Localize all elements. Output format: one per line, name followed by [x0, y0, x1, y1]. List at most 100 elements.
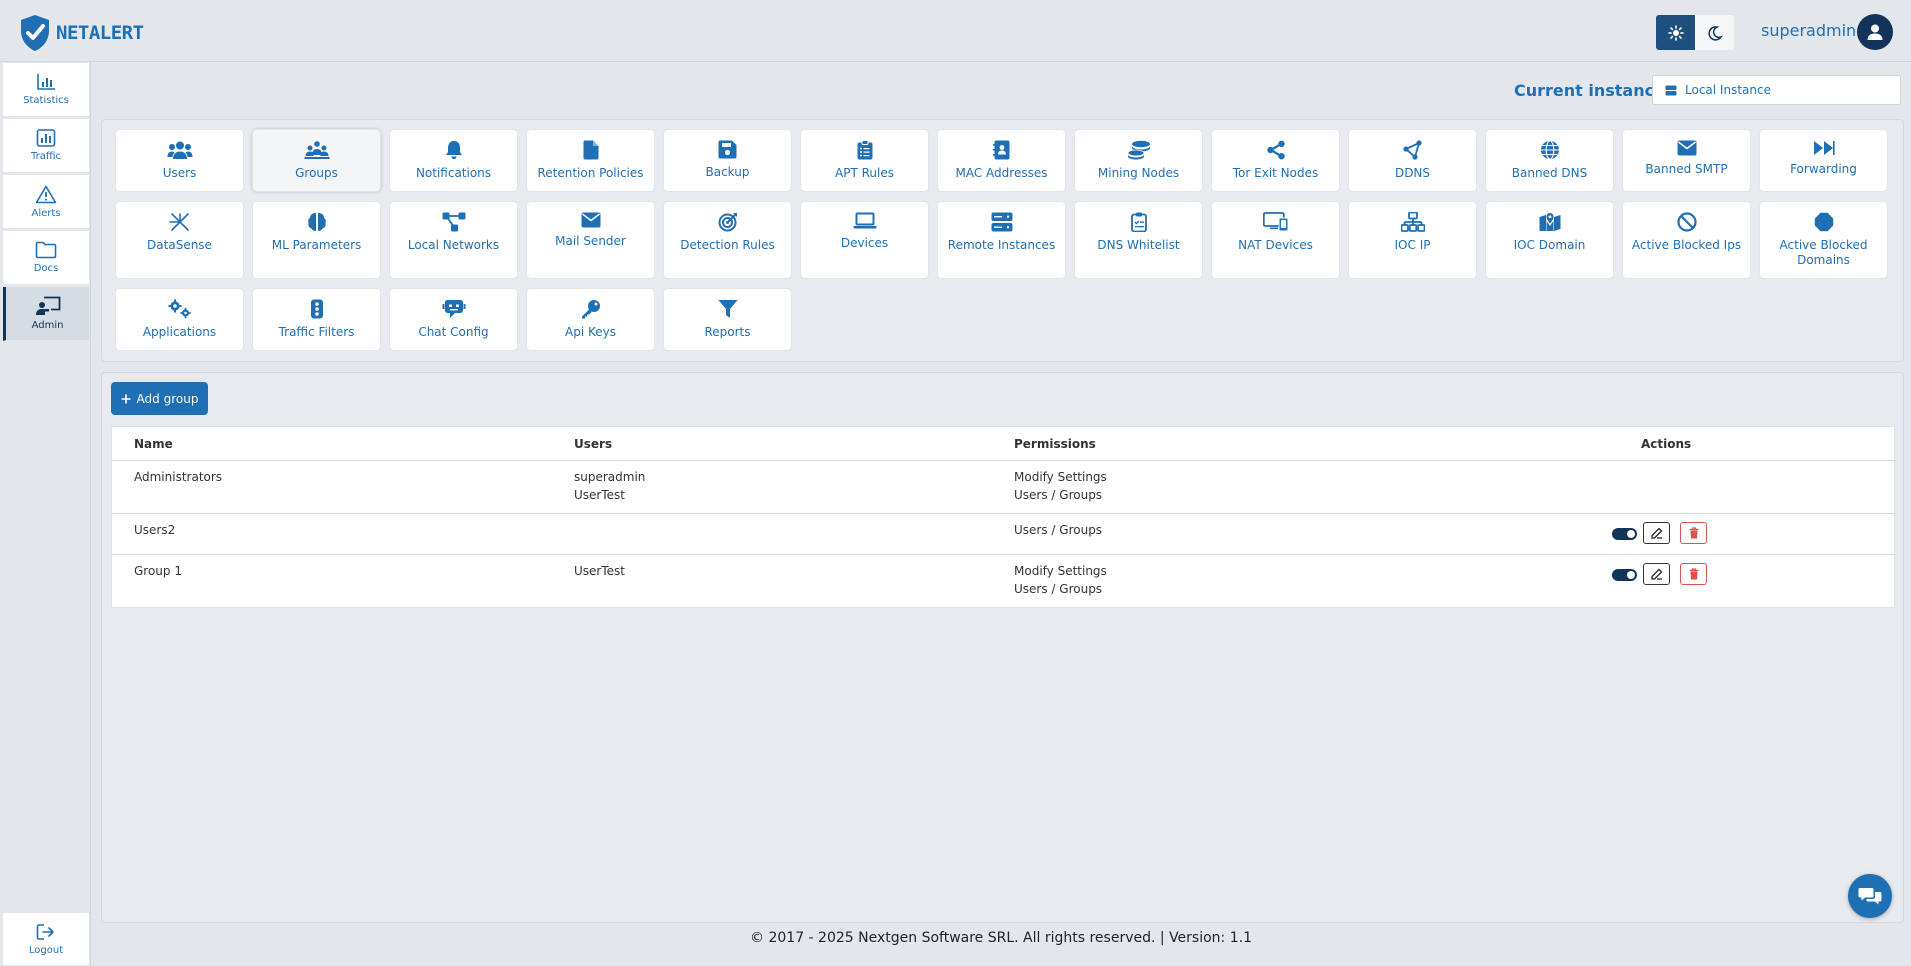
- table-row: Users2 Users / Groups: [112, 513, 1896, 554]
- table-row: Administrators superadmin UserTest Modif…: [112, 460, 1896, 513]
- tile-ml-parameters[interactable]: ML Parameters: [252, 201, 381, 279]
- user-name[interactable]: superadmin: [1761, 21, 1856, 40]
- globe-icon: [1540, 140, 1559, 160]
- clipboard-check-icon: [1130, 212, 1147, 232]
- groups-table: Name Users Permissions Actions Administr…: [111, 426, 1896, 608]
- tile-api-keys[interactable]: Api Keys: [526, 288, 655, 351]
- tile-traffic-filters[interactable]: Traffic Filters: [252, 288, 381, 351]
- filter-icon: [718, 300, 737, 318]
- tile-remote-instances[interactable]: Remote Instances: [937, 201, 1066, 279]
- server-icon: [991, 212, 1012, 232]
- delete-group-button[interactable]: [1680, 522, 1707, 544]
- column-header-permissions[interactable]: Permissions: [1014, 437, 1096, 451]
- forward-icon: [1813, 141, 1835, 155]
- bell-icon: [445, 141, 462, 159]
- group-users: superadmin UserTest: [574, 468, 645, 504]
- tile-banned-dns[interactable]: Banned DNS: [1485, 129, 1614, 192]
- tile-label: ML Parameters: [271, 238, 362, 252]
- tile-active-blocked-ips[interactable]: Active Blocked Ips: [1622, 201, 1751, 279]
- tile-label: DataSense: [147, 238, 212, 252]
- tile-local-networks[interactable]: Local Networks: [389, 201, 518, 279]
- light-mode-button[interactable]: [1656, 15, 1695, 50]
- tile-label: Detection Rules: [680, 238, 775, 252]
- tile-label: Reports: [704, 325, 751, 339]
- dark-mode-button[interactable]: [1695, 15, 1734, 50]
- brand-name: NETALERT: [56, 22, 144, 44]
- chart-square-icon: [36, 129, 56, 147]
- shield-check-icon: [21, 15, 49, 51]
- sidebar-item-statistics[interactable]: Statistics: [3, 63, 89, 117]
- group-permission: Modify Settings: [1014, 470, 1107, 484]
- chart-bar-icon: [37, 74, 55, 90]
- tile-mac-addresses[interactable]: MAC Addresses: [937, 129, 1066, 192]
- users-icon: [167, 141, 192, 159]
- tile-groups[interactable]: Groups: [252, 129, 381, 192]
- group-enabled-toggle[interactable]: [1612, 569, 1637, 581]
- tile-reports[interactable]: Reports: [663, 288, 792, 351]
- sidebar-item-alerts[interactable]: Alerts: [3, 175, 89, 229]
- sidebar-item-logout[interactable]: Logout: [3, 913, 89, 966]
- tile-ddns[interactable]: DDNS: [1348, 129, 1477, 192]
- column-header-name[interactable]: Name: [134, 437, 173, 451]
- tile-notifications[interactable]: Notifications: [389, 129, 518, 192]
- theme-toggle[interactable]: [1656, 15, 1734, 50]
- tile-applications[interactable]: Applications: [115, 288, 244, 351]
- tile-users[interactable]: Users: [115, 129, 244, 192]
- tile-ioc-domain[interactable]: IOC Domain: [1485, 201, 1614, 279]
- edit-icon: [1650, 527, 1662, 539]
- tile-backup[interactable]: Backup: [663, 129, 792, 192]
- tile-label: MAC Addresses: [955, 166, 1048, 180]
- tile-apt-rules[interactable]: APT Rules: [800, 129, 929, 192]
- tile-label: Mining Nodes: [1097, 166, 1180, 180]
- logo[interactable]: NETALERT: [18, 13, 144, 53]
- tile-retention-policies[interactable]: Retention Policies: [526, 129, 655, 192]
- sidebar-item-admin[interactable]: Admin: [3, 287, 89, 341]
- envelope-icon: [1677, 140, 1696, 156]
- tile-chat-config[interactable]: Chat Config: [389, 288, 518, 351]
- tile-label: Local Networks: [407, 238, 500, 252]
- group-enabled-toggle[interactable]: [1612, 528, 1637, 540]
- sidebar-item-traffic[interactable]: Traffic: [3, 119, 89, 173]
- group-name: Administrators: [134, 470, 223, 484]
- tile-nat-devices[interactable]: NAT Devices: [1211, 201, 1340, 279]
- add-group-label: Add group: [136, 391, 199, 406]
- column-header-users[interactable]: Users: [574, 437, 612, 451]
- tile-dns-whitelist[interactable]: DNS Whitelist: [1074, 201, 1203, 279]
- tile-tor-exit-nodes[interactable]: Tor Exit Nodes: [1211, 129, 1340, 192]
- tile-detection-rules[interactable]: Detection Rules: [663, 201, 792, 279]
- tile-active-blocked-domains[interactable]: Active Blocked Domains: [1759, 201, 1888, 279]
- instance-select[interactable]: Local Instance: [1652, 75, 1901, 105]
- sidebar-item-docs[interactable]: Docs: [3, 231, 89, 285]
- chat-button[interactable]: [1848, 874, 1892, 918]
- user-avatar[interactable]: [1857, 14, 1893, 50]
- chat-icon: [1858, 888, 1882, 905]
- sidebar-item-label: Admin: [31, 320, 64, 331]
- add-group-button[interactable]: Add group: [111, 382, 208, 415]
- tile-label: APT Rules: [835, 166, 894, 180]
- brain-icon: [307, 213, 326, 231]
- sidebar: Statistics Traffic Alerts Docs Admin Log…: [0, 62, 91, 966]
- tile-mining-nodes[interactable]: Mining Nodes: [1074, 129, 1203, 192]
- tile-devices[interactable]: Devices: [800, 201, 929, 279]
- delete-group-button[interactable]: [1680, 563, 1707, 585]
- tile-forwarding[interactable]: Forwarding: [1759, 129, 1888, 192]
- tile-ioc-ip[interactable]: IOC IP: [1348, 201, 1477, 279]
- server-icon: [1665, 85, 1677, 95]
- chat-bot-icon: [442, 300, 465, 318]
- tile-label: Forwarding: [1790, 162, 1857, 176]
- group-permissions: Modify Settings Users / Groups: [1014, 562, 1107, 598]
- tile-datasense[interactable]: DataSense: [115, 201, 244, 279]
- nodes-triangle-icon: [1402, 140, 1422, 160]
- tile-label: IOC IP: [1394, 238, 1431, 252]
- tile-mail-sender[interactable]: Mail Sender: [526, 201, 655, 279]
- tile-label: Mail Sender: [555, 234, 626, 248]
- tile-label: Groups: [295, 166, 338, 180]
- edit-group-button[interactable]: [1643, 522, 1670, 544]
- tile-label: Remote Instances: [947, 238, 1056, 252]
- group-permission: Users / Groups: [1014, 488, 1103, 502]
- tile-banned-smtp[interactable]: Banned SMTP: [1622, 129, 1751, 192]
- edit-group-button[interactable]: [1643, 563, 1670, 585]
- laptop-icon: [853, 212, 876, 229]
- group-user: UserTest: [574, 488, 625, 502]
- target-icon: [718, 213, 737, 232]
